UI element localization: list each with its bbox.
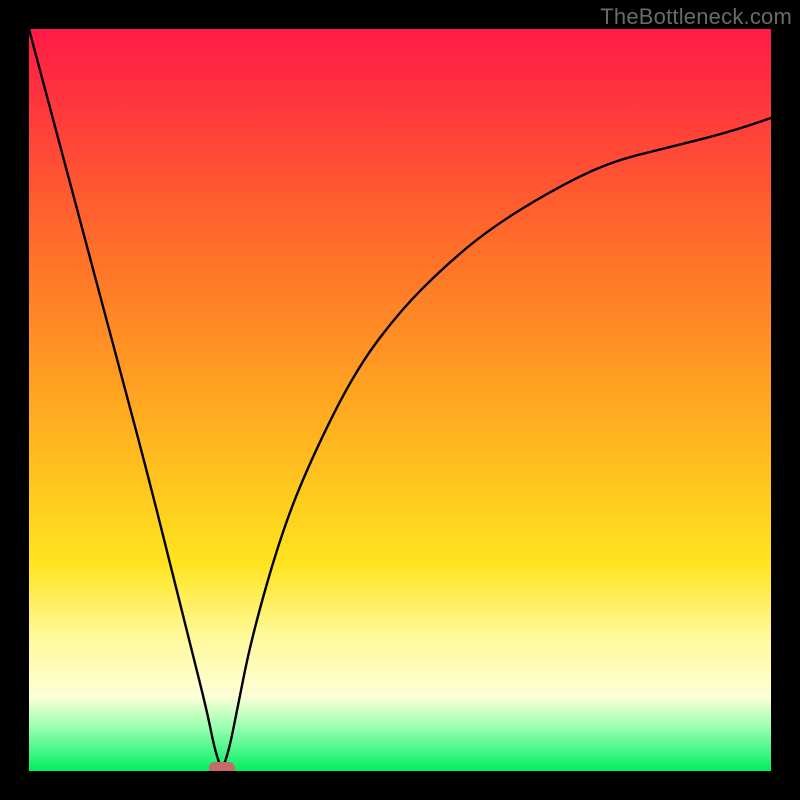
gradient-background bbox=[29, 29, 771, 771]
plot-frame bbox=[29, 29, 771, 771]
minimum-marker bbox=[209, 762, 235, 771]
watermark-text: TheBottleneck.com bbox=[600, 4, 792, 30]
bottleneck-chart bbox=[29, 29, 771, 771]
